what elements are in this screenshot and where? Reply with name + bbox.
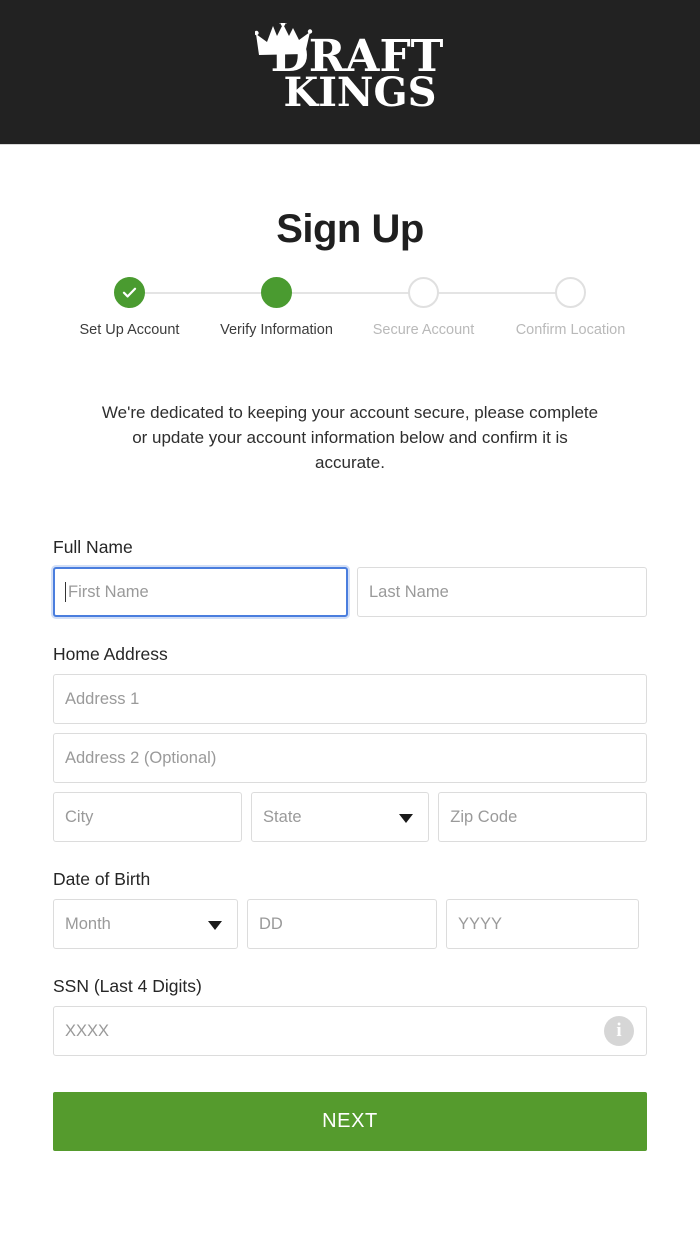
- app-header: DRAFT KINGS: [0, 0, 700, 145]
- zip-code-input[interactable]: Zip Code: [438, 792, 647, 842]
- state-select[interactable]: State: [251, 792, 430, 842]
- logo-text-kings: KINGS: [283, 69, 437, 116]
- state-placeholder: State: [263, 807, 302, 826]
- step-label-4: Confirm Location: [515, 322, 626, 338]
- first-name-input[interactable]: First Name: [53, 567, 348, 617]
- step-confirm-location[interactable]: Confirm Location: [497, 277, 644, 338]
- signup-page: DRAFT KINGS Sign Up Set Up Account Verif…: [0, 0, 700, 1242]
- full-name-row: First Name Last Name: [53, 567, 647, 626]
- zip-placeholder: Zip Code: [450, 807, 518, 826]
- last-name-input[interactable]: Last Name: [356, 567, 647, 617]
- ssn-placeholder: XXXX: [65, 1021, 110, 1040]
- step-secure-account[interactable]: Secure Account: [350, 277, 497, 338]
- draftkings-logo: DRAFT KINGS: [254, 23, 443, 116]
- address2-input[interactable]: Address 2 (Optional): [53, 733, 647, 783]
- birth-year-input[interactable]: YYYY: [446, 899, 639, 949]
- step-label-2: Verify Information: [220, 322, 333, 338]
- full-name-label: Full Name: [53, 537, 133, 557]
- text-caret: [65, 582, 66, 602]
- step-circle-4: [555, 277, 586, 308]
- date-of-birth-label: Date of Birth: [53, 869, 151, 889]
- ssn-input[interactable]: XXXX i: [53, 1006, 647, 1056]
- address1-placeholder: Address 1: [65, 689, 140, 708]
- birth-day-input[interactable]: DD: [247, 899, 437, 949]
- step-circle-3: [408, 277, 439, 308]
- birth-month-select[interactable]: Month: [53, 899, 238, 949]
- page-title: Sign Up: [276, 207, 424, 251]
- crown-icon: [254, 23, 312, 55]
- info-icon[interactable]: i: [604, 1016, 634, 1046]
- month-placeholder: Month: [65, 914, 111, 933]
- step-circle-2: [261, 277, 292, 308]
- ssn-label: SSN (Last 4 Digits): [53, 976, 202, 996]
- day-placeholder: DD: [259, 914, 283, 933]
- first-name-placeholder: First Name: [68, 582, 149, 601]
- date-of-birth-row: Month DD YYYY: [53, 899, 647, 958]
- step-label-1: Set Up Account: [79, 322, 180, 338]
- verify-information-form: Full Name First Name Last Name Home Addr…: [0, 537, 700, 1151]
- next-button[interactable]: NEXT: [53, 1092, 647, 1151]
- home-address-label: Home Address: [53, 644, 168, 664]
- signup-progress-stepper: Set Up Account Verify Information Secure…: [0, 277, 700, 338]
- intro-text: We're dedicated to keeping your account …: [101, 403, 599, 472]
- address1-input[interactable]: Address 1: [53, 674, 647, 724]
- city-input[interactable]: City: [53, 792, 243, 842]
- step-label-3: Secure Account: [372, 322, 475, 338]
- check-icon: [122, 287, 137, 298]
- step-circle-1: [114, 277, 145, 308]
- address2-placeholder: Address 2 (Optional): [65, 748, 217, 767]
- year-placeholder: YYYY: [458, 914, 503, 933]
- last-name-placeholder: Last Name: [368, 582, 449, 601]
- city-placeholder: City: [65, 807, 94, 826]
- step-set-up-account[interactable]: Set Up Account: [56, 277, 203, 338]
- city-state-zip-row: City State Zip Code: [53, 792, 647, 851]
- step-verify-information[interactable]: Verify Information: [203, 277, 350, 338]
